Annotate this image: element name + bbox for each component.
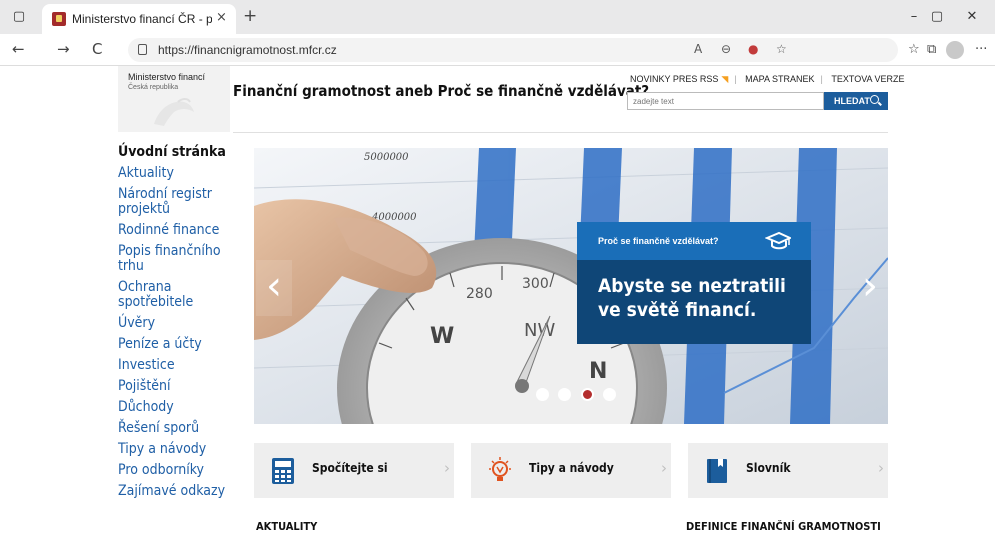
search-input[interactable] <box>627 92 824 110</box>
sidebar-item-ochrana-spotrebitele[interactable]: Ochrana spotřebitele <box>118 280 238 310</box>
feature-dictionary[interactable]: Slovník › <box>688 443 888 498</box>
text-version-link[interactable]: TEXTOVA VERZE <box>831 74 904 84</box>
tab-actions-icon[interactable]: ▢ <box>10 8 28 26</box>
sidebar-item-duchody[interactable]: Důchody <box>118 400 238 415</box>
sidebar-item-penize-a-ucty[interactable]: Peníze a účty <box>118 337 238 352</box>
carousel-dot-3[interactable] <box>580 388 594 401</box>
definition-heading: DEFINICE FINANČNÍ GRAMOTNOSTI <box>686 520 881 533</box>
svg-text:280: 280 <box>466 286 493 302</box>
svg-text:W: W <box>430 324 454 349</box>
hero-caption-box[interactable]: Abyste se neztratili ve světě financí. <box>577 260 811 344</box>
carousel-dot-1[interactable] <box>536 388 549 401</box>
graduation-cap-icon <box>765 231 791 250</box>
tab-close-icon[interactable]: × <box>216 10 227 25</box>
carousel-dot-4[interactable] <box>603 388 617 401</box>
read-aloud-icon[interactable]: A <box>694 42 702 56</box>
favorites-icon[interactable]: ☆ <box>908 42 920 57</box>
search-button[interactable]: HLEDAT <box>824 92 888 110</box>
browser-tab-bar: ▢ Ministerstvo financí ČR - proč se × + … <box>0 0 995 34</box>
sidebar-item-tipy-a-navody[interactable]: Tipy a návody <box>118 442 238 457</box>
url-field[interactable]: https://financnigramotnost.mfcr.cz A ⊖ ●… <box>128 38 898 62</box>
profile-icon[interactable] <box>946 41 964 59</box>
forward-button[interactable]: → <box>57 40 70 58</box>
lightbulb-icon <box>489 457 511 481</box>
calculator-icon <box>272 458 294 484</box>
lock-icon[interactable] <box>138 44 147 55</box>
sidebar-item-narodni-registr-projektu[interactable]: Národní registr projektů <box>118 187 238 217</box>
sidebar-item-aktuality[interactable]: Aktuality <box>118 166 238 181</box>
url-text[interactable]: https://financnigramotnost.mfcr.cz <box>158 43 337 57</box>
favorite-icon[interactable]: ☆ <box>776 42 787 56</box>
favicon-icon <box>52 12 66 26</box>
more-icon[interactable]: ··· <box>975 42 987 57</box>
carousel-dots <box>536 388 621 404</box>
chevron-right-icon: › <box>661 459 667 477</box>
feature-tips-label: Tipy a návody <box>529 461 614 475</box>
feature-dictionary-label: Slovník <box>746 461 791 475</box>
chevron-right-icon: › <box>444 459 450 477</box>
tracking-icon[interactable]: ● <box>748 42 758 56</box>
rss-icon: ◥ <box>721 74 729 84</box>
minimize-button[interactable]: – <box>905 8 923 26</box>
sidebar-item-uvery[interactable]: Úvěry <box>118 316 238 331</box>
tab-title: Ministerstvo financí ČR - proč se <box>72 12 212 26</box>
hero-number-1: 5000000 <box>364 152 409 163</box>
hero-caption-label: Proč se finančně vzdělávat? <box>598 236 719 246</box>
lion-emblem-icon <box>154 98 194 126</box>
header-divider <box>233 132 888 133</box>
sidebar-item-investice[interactable]: Investice <box>118 358 238 373</box>
hero-caption-text: Abyste se neztratili ve světě financí. <box>598 275 786 321</box>
search-button-label: HLEDAT <box>834 96 870 106</box>
news-heading: AKTUALITY <box>256 520 318 533</box>
feature-calculate[interactable]: Spočítejte si › <box>254 443 454 498</box>
carousel-dot-2[interactable] <box>558 388 572 401</box>
ministry-logo[interactable]: Ministerstvo financí Česká republika <box>118 66 230 132</box>
sidebar-item-pro-odborniky[interactable]: Pro odborníky <box>118 463 238 478</box>
top-links: NOVINKY PRES RSS ◥ | MAPA STRANEK | TEXTOVA… <box>630 74 905 85</box>
logo-line2: Česká republika <box>128 84 179 91</box>
address-bar: ← → C https://financnigramotnost.mfcr.cz… <box>0 34 995 66</box>
hero-caption-label-box[interactable]: Proč se finančně vzdělávat? <box>577 222 811 260</box>
search-icon <box>870 95 879 104</box>
new-tab-button[interactable]: + <box>243 6 257 26</box>
sidebar-item-reseni-sporu[interactable]: Řešení sporů <box>118 421 238 436</box>
reload-button[interactable]: C <box>92 40 102 58</box>
svg-text:300: 300 <box>522 276 549 292</box>
sidebar-item-popis-financniho-trhu[interactable]: Popis finančního trhu <box>118 244 238 274</box>
feature-tips[interactable]: Tipy a návody › <box>471 443 671 498</box>
close-window-button[interactable]: ✕ <box>963 8 981 26</box>
feature-calculate-label: Spočítejte si <box>312 461 388 475</box>
sidebar-item-rodinne-finance[interactable]: Rodinné finance <box>118 223 238 238</box>
back-button[interactable]: ← <box>12 40 25 58</box>
logo-line1: Ministerstvo financí <box>128 72 206 82</box>
site-title: Finanční gramotnost aneb Proč se finančn… <box>233 82 650 100</box>
zoom-icon[interactable]: ⊖ <box>721 42 731 56</box>
svg-text:N: N <box>589 359 607 384</box>
book-icon <box>707 459 727 483</box>
rss-link[interactable]: NOVINKY PRES RSS ◥ <box>630 74 728 85</box>
carousel-prev-button[interactable]: ‹ <box>256 260 292 316</box>
collections-icon[interactable]: ⧉ <box>927 42 936 57</box>
sitemap-link[interactable]: MAPA STRANEK <box>745 74 814 84</box>
sidebar-item-zajimave-odkazy[interactable]: Zajímavé odkazy <box>118 484 238 499</box>
sidebar-item-uvodni-stranka[interactable]: Úvodní stránka <box>118 145 238 160</box>
sidebar-item-pojisteni[interactable]: Pojištění <box>118 379 238 394</box>
sidebar-nav: Úvodní stránka Aktuality Národní registr… <box>118 145 238 505</box>
browser-tab[interactable]: Ministerstvo financí ČR - proč se × <box>42 4 236 34</box>
chevron-right-icon: › <box>878 459 884 477</box>
restore-button[interactable]: ▢ <box>928 8 946 26</box>
carousel-next-button[interactable]: › <box>852 260 888 316</box>
